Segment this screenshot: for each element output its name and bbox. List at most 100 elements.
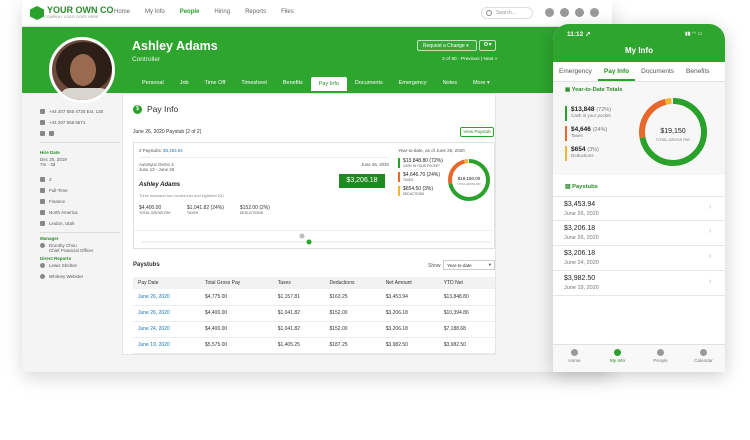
- help-icon[interactable]: [560, 8, 569, 17]
- cell-gross: $4,775.00: [199, 289, 273, 306]
- tab-timesheet[interactable]: Timesheet: [233, 77, 274, 91]
- tab-notes[interactable]: Notes: [435, 77, 465, 91]
- cell-taxes: $1,041.82: [272, 321, 325, 338]
- col-deductions[interactable]: Deductions: [324, 277, 381, 289]
- tab-documents[interactable]: Documents: [347, 77, 391, 91]
- top-icons: [545, 8, 605, 17]
- paystubs-amount[interactable]: $3,453.94: [163, 148, 183, 153]
- tab-job[interactable]: Job: [172, 77, 197, 91]
- table-row: June 24, 2020 $4,400.00 $1,041.82 $152.0…: [133, 321, 495, 338]
- table-header-row: Pay Date Total Gross Pay Taxes Deduction…: [133, 277, 495, 289]
- globe-icon: [40, 210, 45, 215]
- mobile-paystub-item[interactable]: $3,453.94 June 26, 2020 ›: [553, 196, 725, 221]
- check-date: June 26, 2020: [361, 162, 389, 167]
- record-pager[interactable]: 3 of 90 - Previous | Next »: [442, 57, 497, 62]
- direct-report-2[interactable]: Whitney Webster: [49, 274, 83, 279]
- manager-label: Manager: [40, 236, 59, 241]
- col-gross[interactable]: Total Gross Pay: [199, 277, 273, 289]
- ytd-total: $19,150.00: [458, 176, 481, 181]
- mobile-nav-home[interactable]: Home: [553, 345, 596, 372]
- mobile-taxes-label: Taxes: [571, 133, 583, 138]
- chevron-right-icon: ›: [709, 278, 712, 285]
- mobile-cash: $13,848: [571, 106, 595, 113]
- tab-more[interactable]: More ▾: [465, 77, 498, 91]
- ytd-title: Year-to-date, as of June 26, 2020: [398, 148, 465, 153]
- mobile-nav-my-info[interactable]: My Info: [596, 345, 639, 372]
- logo-icon: [30, 6, 44, 20]
- amount-in-words: Three thousand two hundred six and eight…: [139, 194, 224, 198]
- col-taxes[interactable]: Taxes: [272, 277, 325, 289]
- nav-people[interactable]: People: [180, 9, 200, 15]
- mobile-nav-people[interactable]: People: [639, 345, 682, 372]
- inbox-icon[interactable]: [545, 8, 554, 17]
- mobile-paystub-item[interactable]: $3,206.18 June 24, 2020 ›: [553, 246, 725, 271]
- cell-net: $3,453.94: [380, 289, 439, 306]
- chevron-right-icon: ›: [709, 228, 712, 235]
- mobile-cash-label: Cash in your pocket: [571, 113, 611, 118]
- email-icon[interactable]: [40, 131, 45, 136]
- company-logo[interactable]: YOUR OWN CO COMPANY LOGO GOES HERE: [30, 6, 114, 20]
- deductions-label: DEDUCTIONS: [239, 211, 264, 215]
- mobile-tab-emergency[interactable]: Emergency: [553, 62, 598, 81]
- settings-icon[interactable]: [575, 8, 584, 17]
- nav-files[interactable]: Files: [281, 9, 294, 15]
- search-input[interactable]: Search...: [481, 7, 533, 19]
- tab-time-off[interactable]: Time Off: [197, 77, 234, 91]
- tab-benefits[interactable]: Benefits: [275, 77, 311, 91]
- mobile-nav-calendar[interactable]: Calendar: [682, 345, 725, 372]
- tab-emergency[interactable]: Emergency: [391, 77, 435, 91]
- pay-date-link[interactable]: June 19, 2020: [133, 337, 200, 354]
- region: North America: [49, 210, 78, 215]
- col-pay-date[interactable]: Pay Date: [133, 277, 200, 289]
- request-change-button[interactable]: Request a Change ▾: [417, 40, 477, 51]
- nav-my-info[interactable]: My Info: [145, 9, 165, 15]
- status-time: 11:12 ↗: [567, 31, 591, 38]
- profile-tabs: Personal Job Time Off Timesheet Benefits…: [134, 77, 498, 91]
- tab-pay-info[interactable]: Pay Info: [310, 77, 347, 91]
- pay-date-link[interactable]: June 26, 2020: [133, 289, 200, 306]
- linkedin-icon[interactable]: [49, 131, 54, 136]
- calendar-icon: [700, 349, 707, 356]
- logo-name: YOUR OWN CO: [47, 5, 114, 15]
- pay-date-link[interactable]: June 24, 2020: [133, 321, 200, 338]
- direct-report-1[interactable]: Lewis Shelton: [49, 263, 77, 268]
- mobile-paystub-item[interactable]: $3,206.18 June 26, 2020 ›: [553, 221, 725, 246]
- cell-ytd-net: $7,188.68: [438, 321, 495, 338]
- logo-tagline: COMPANY LOGO GOES HERE: [44, 15, 99, 19]
- mobile-title: My Info: [625, 46, 653, 55]
- ytd-cash-label: CASH IN YOUR POCKET: [403, 164, 440, 168]
- mobile-paystubs-title: ▤ Paystubs: [565, 184, 598, 190]
- table-row: June 19, 2020 $5,575.00 $1,405.25 $187.2…: [133, 337, 495, 354]
- cell-deductions: $187.25: [324, 337, 381, 354]
- ytd-taxes-pct: (24%): [426, 172, 440, 178]
- paystub-timeline[interactable]: [134, 230, 496, 250]
- nav-reports[interactable]: Reports: [245, 9, 266, 15]
- mobile-taxes: $4,646: [571, 126, 591, 133]
- employee-title: Controller: [132, 56, 161, 63]
- nav-home[interactable]: Home: [114, 9, 130, 15]
- mobile-tab-documents[interactable]: Documents: [635, 62, 680, 81]
- cell-deductions: $163.25: [324, 289, 381, 306]
- taxes-label: TAXES: [186, 211, 199, 215]
- gear-menu-button[interactable]: ⚙▾: [479, 40, 496, 51]
- user-menu-icon[interactable]: [590, 8, 599, 17]
- mobile-app: 11:12 ↗ ▮▮ ◠ ▭ My Info Emergency Pay Inf…: [553, 24, 725, 372]
- table-row: June 26, 2020 $4,775.00 $1,157.81 $163.2…: [133, 289, 495, 306]
- mobile-paystub-item[interactable]: $3,982.50 June 19, 2020 ›: [553, 271, 725, 296]
- show-filter-select[interactable]: Year-to-date ▾: [443, 260, 495, 270]
- chevron-right-icon: ›: [709, 253, 712, 260]
- tab-personal[interactable]: Personal: [134, 77, 172, 91]
- cell-ytd-net: $13,848.80: [438, 289, 495, 306]
- location-icon: [40, 221, 45, 226]
- view-paystub-button[interactable]: View Paystub: [460, 127, 494, 137]
- pay-period: June 13 - June 26: [139, 167, 175, 172]
- col-net[interactable]: Net Amount: [380, 277, 439, 289]
- employee-number: 2: [49, 177, 52, 182]
- pay-date-link[interactable]: June 26, 2020: [133, 305, 200, 322]
- nav-hiring[interactable]: Hiring: [214, 9, 230, 15]
- mobile-bottom-nav: Home My Info People Calendar: [553, 344, 725, 372]
- col-ytd-net[interactable]: YTD Net: [438, 277, 495, 289]
- mobile-tab-benefits[interactable]: Benefits: [680, 62, 716, 81]
- cell-deductions: $152.00: [324, 305, 381, 322]
- mobile-tab-pay-info[interactable]: Pay Info: [597, 62, 636, 81]
